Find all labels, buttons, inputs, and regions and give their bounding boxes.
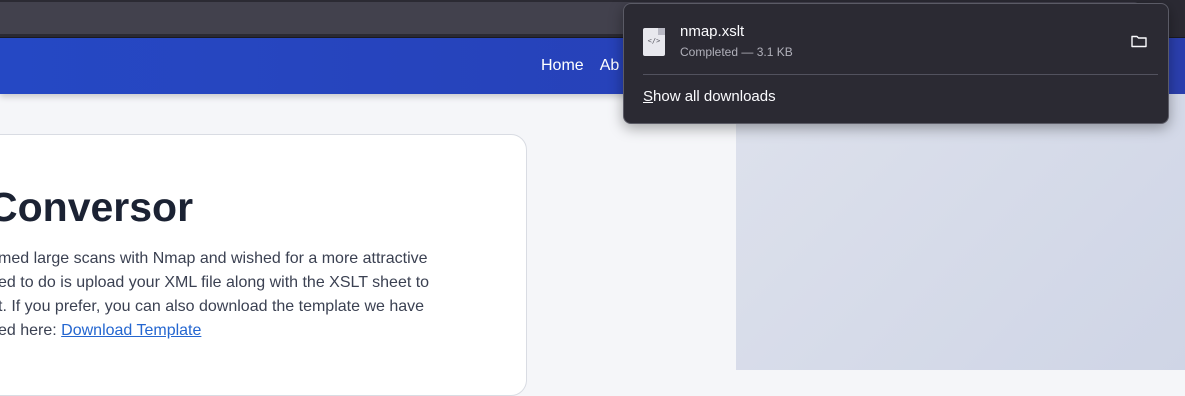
nav-link-home[interactable]: Home [541,57,584,75]
downloads-panel: </> nmap.xslt Completed — 3.1 KB Show al… [623,3,1169,124]
description-line: t. If you prefer, you can also download … [0,298,425,315]
description-line-text: ed here: [0,322,62,339]
description-line: ed to do is upload your XML file along w… [0,274,430,291]
card-description: med large scans with Nmap and wished for… [0,247,488,343]
file-icon-glyph: </> [647,37,661,45]
nav-links: Home Ab [541,38,635,94]
access-key-letter: S [643,88,654,105]
show-all-label: how all downloads [653,88,776,105]
download-item[interactable]: </> nmap.xslt Completed — 3.1 KB [624,4,1168,74]
download-file-name: nmap.xslt [680,23,745,40]
download-status: Completed — 3.1 KB [680,45,793,59]
divider [643,74,1158,75]
description-line: med large scans with Nmap and wished for… [0,250,428,267]
nav-link-about[interactable]: Ab [600,57,620,75]
page-title: Conversor [0,184,194,230]
code-file-icon: </> [643,28,665,56]
download-template-link[interactable]: Download Template [61,322,201,339]
folder-icon[interactable] [1130,32,1148,50]
show-all-downloads-button[interactable]: Show all downloads [643,88,776,105]
description-line: ed here: Download Template [0,319,488,343]
hero-side-panel [736,94,1185,370]
